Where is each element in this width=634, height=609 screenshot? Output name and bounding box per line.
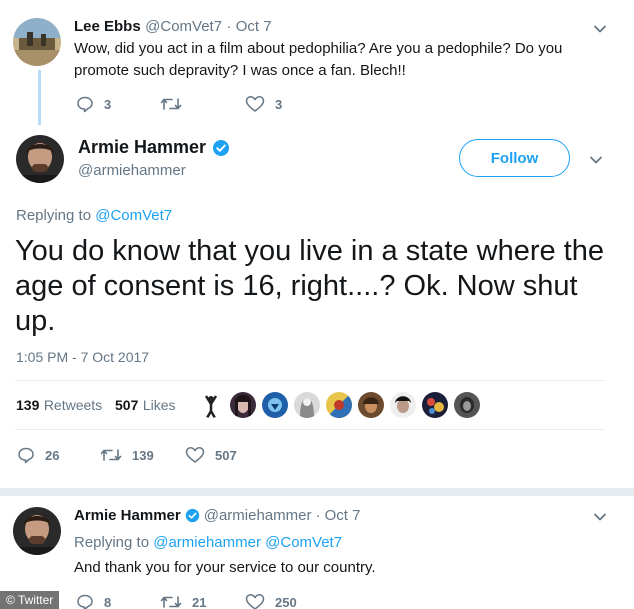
liker-avatar[interactable] xyxy=(454,392,480,418)
likes-stat[interactable]: 507 Likes xyxy=(115,397,176,415)
retweet-count: 139 xyxy=(132,447,154,463)
heart-icon xyxy=(185,447,205,463)
liker-avatar[interactable] xyxy=(262,392,288,418)
likes-label: Likes xyxy=(142,397,176,413)
tweet-text: And thank you for your service to our co… xyxy=(74,559,376,576)
replying-to-link[interactable]: @ComVet7 xyxy=(95,207,172,224)
heart-icon xyxy=(245,594,265,609)
retweet-action[interactable] xyxy=(160,95,192,113)
author-name[interactable]: Lee Ebbs xyxy=(74,18,141,35)
retweets-label: Retweets xyxy=(43,397,103,413)
liker-avatar[interactable] xyxy=(230,392,256,418)
verified-badge-icon xyxy=(213,139,230,156)
author-handle[interactable]: @armiehammer xyxy=(78,162,186,179)
retweet-icon xyxy=(100,449,122,461)
author-name[interactable]: Armie Hammer xyxy=(78,137,206,158)
chevron-down-icon[interactable] xyxy=(592,509,608,525)
reply-action[interactable]: 8 xyxy=(76,593,111,609)
tweet-time[interactable]: · Oct 7 xyxy=(227,18,272,35)
retweets-stat[interactable]: 139 Retweets xyxy=(16,397,102,415)
reply-count: 3 xyxy=(104,96,112,112)
like-count: 507 xyxy=(215,447,237,463)
like-action[interactable]: 507 xyxy=(185,446,237,464)
tweet-text: Wow, did you act in a film about pedophi… xyxy=(74,40,563,79)
likes-count: 507 xyxy=(115,397,139,413)
liker-avatar[interactable] xyxy=(198,392,224,418)
liker-avatar-image xyxy=(204,395,218,418)
reply-icon xyxy=(18,447,34,464)
reply-action[interactable]: 3 xyxy=(76,95,111,113)
thread-connector xyxy=(38,70,41,125)
tweet-time[interactable]: · Oct 7 xyxy=(315,507,360,524)
reply-icon xyxy=(77,96,93,113)
retweet-icon xyxy=(160,596,182,608)
chevron-down-icon[interactable] xyxy=(592,21,608,37)
avatar-image xyxy=(13,507,61,555)
liker-avatar[interactable] xyxy=(294,392,320,418)
divider xyxy=(15,429,605,430)
liker-avatar-image xyxy=(235,394,251,416)
liker-avatar[interactable] xyxy=(390,392,416,418)
liker-avatar[interactable] xyxy=(326,392,352,418)
liker-avatar[interactable] xyxy=(422,392,448,418)
liker-avatar-image xyxy=(300,398,314,418)
liker-avatar-image xyxy=(268,398,282,412)
author-name[interactable]: Armie Hammer xyxy=(74,507,181,524)
like-action[interactable]: 250 xyxy=(245,593,297,609)
replying-to-label: Replying to xyxy=(74,534,150,551)
heart-icon xyxy=(245,96,265,112)
liker-avatar[interactable] xyxy=(358,392,384,418)
verified-badge-icon xyxy=(185,508,199,523)
retweet-action[interactable]: 139 xyxy=(100,446,154,464)
author-handle[interactable]: @armiehammer xyxy=(204,507,312,524)
source-watermark: © Twitter xyxy=(0,591,60,609)
like-action[interactable]: 3 xyxy=(245,95,282,113)
like-count: 3 xyxy=(275,96,283,112)
chevron-down-icon[interactable] xyxy=(588,152,604,168)
tweet-text: You do know that you live in a state whe… xyxy=(15,235,604,337)
replying-to-link[interactable]: @armiehammer @ComVet7 xyxy=(153,534,342,551)
reply-count: 26 xyxy=(45,447,60,463)
follow-button[interactable]: Follow xyxy=(459,139,570,177)
reply-action[interactable]: 26 xyxy=(17,446,59,464)
avatar[interactable] xyxy=(16,135,64,183)
tweet-timestamp[interactable]: 1:05 PM - 7 Oct 2017 xyxy=(16,349,149,365)
liker-avatar-image xyxy=(460,397,474,413)
liker-avatar-image xyxy=(395,396,411,413)
avatar-image xyxy=(13,18,61,66)
like-count: 250 xyxy=(275,594,297,609)
replying-to-label: Replying to xyxy=(16,207,92,224)
liker-avatar-image xyxy=(427,398,444,414)
divider xyxy=(15,380,605,381)
liker-avatar-image xyxy=(363,397,379,413)
retweets-count: 139 xyxy=(16,397,40,413)
reply-icon xyxy=(77,594,93,609)
retweet-count: 21 xyxy=(192,594,207,609)
author-handle[interactable]: @ComVet7 xyxy=(145,18,222,35)
reply-count: 8 xyxy=(104,594,112,609)
avatar[interactable] xyxy=(13,18,61,66)
liker-avatar-image xyxy=(326,392,352,418)
section-separator xyxy=(0,488,634,496)
avatar[interactable] xyxy=(13,507,61,555)
retweet-icon xyxy=(160,98,182,110)
avatar-image xyxy=(16,135,64,183)
retweet-action[interactable]: 21 xyxy=(160,593,206,609)
